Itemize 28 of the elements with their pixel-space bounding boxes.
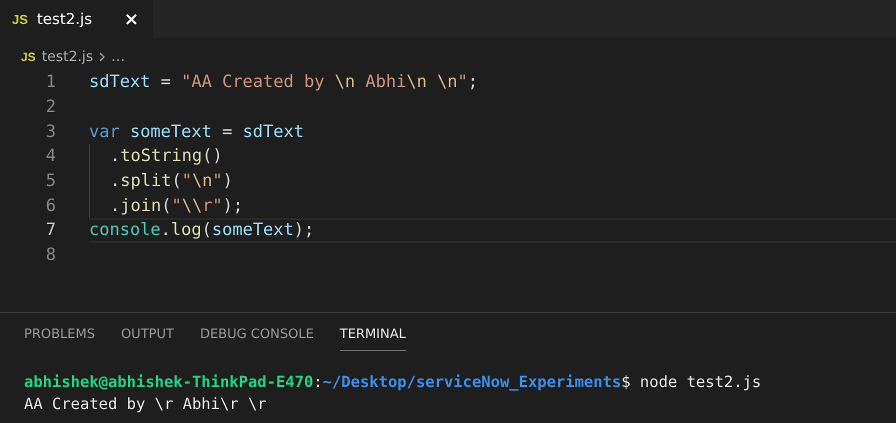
line-number: 5 [44, 171, 56, 192]
panel-tab[interactable]: PROBLEMS [24, 326, 95, 350]
javascript-file-icon: JS [12, 12, 28, 26]
line-number: 8 [44, 245, 56, 266]
tab-label: test2.js [36, 10, 94, 28]
line-number: 6 [44, 196, 56, 216]
line-number: 7 [44, 220, 56, 240]
code-line: .join("\\r"); [110, 196, 244, 216]
panel-tab[interactable]: OUTPUT [120, 326, 174, 350]
line-number: 2 [44, 97, 56, 118]
editor-tab[interactable]: JS test2.js × [0, 0, 153, 38]
javascript-file-icon: JS [21, 50, 36, 64]
line-number: 3 [44, 122, 56, 142]
panel-tab[interactable]: TERMINAL [340, 326, 406, 350]
breadcrumb-item[interactable]: … [111, 49, 126, 65]
code-line: var someText = sdText [89, 122, 304, 142]
terminal-line: abhishek@abhishek-ThinkPad-E470:~/Desktop/serviceNow_Experiments$ node test2.js [24, 372, 762, 392]
close-icon[interactable]: × [124, 8, 139, 30]
panel-tab[interactable]: DEBUG CONSOLE [200, 326, 314, 350]
code-line: console.log(someText); [89, 220, 314, 240]
terminal-line: AA Created by \r Abhi\r \r [24, 394, 267, 414]
code-line: sdText = "AA Created by \n Abhi\n \n"; [89, 72, 478, 92]
chevron-right-icon [99, 52, 106, 62]
line-number: 1 [44, 72, 56, 92]
code-line: .split("\n") [110, 171, 233, 192]
breadcrumb-item[interactable]: test2.js [42, 49, 94, 65]
code-line: .toString() [110, 146, 223, 166]
line-number: 4 [44, 146, 56, 166]
